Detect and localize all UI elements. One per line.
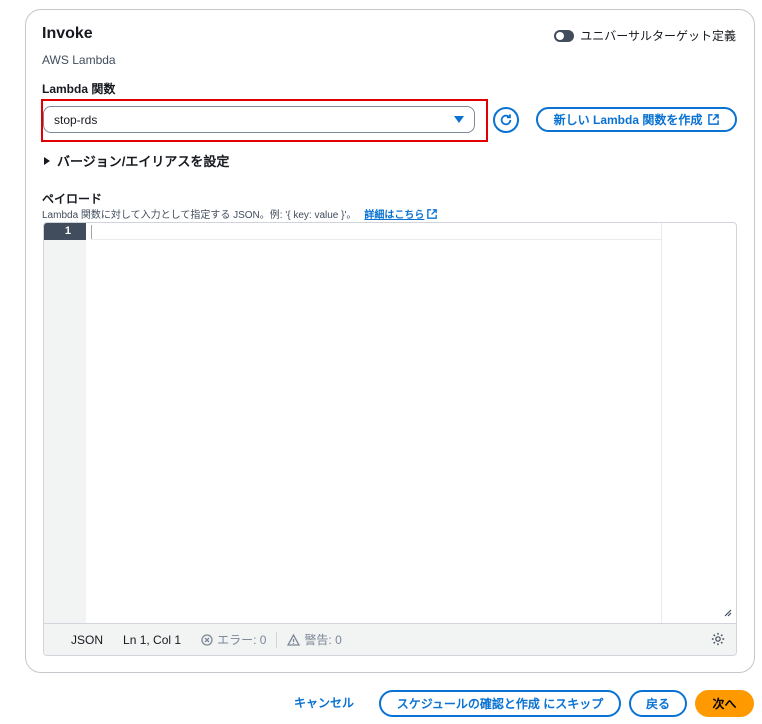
- panel-subtitle: AWS Lambda: [42, 53, 116, 67]
- resize-handle-icon[interactable]: [722, 607, 732, 620]
- cursor-position: Ln 1, Col 1: [123, 632, 182, 647]
- divider: [276, 631, 278, 648]
- panel-title: Invoke: [42, 25, 93, 42]
- payload-description: Lambda 関数に対して入力として指定する JSON。例: '{ key: v…: [42, 206, 438, 221]
- toggle-switch[interactable]: [554, 29, 575, 42]
- lambda-function-select[interactable]: stop-rds: [43, 106, 475, 133]
- warning-count[interactable]: 警告: 0: [287, 631, 342, 648]
- lambda-function-label: Lambda 関数: [42, 82, 116, 96]
- warning-icon: [287, 633, 301, 646]
- version-alias-expander[interactable]: バージョン/エイリアスを設定: [44, 151, 229, 170]
- error-count[interactable]: エラー: 0: [201, 631, 266, 648]
- language-indicator[interactable]: JSON: [71, 633, 103, 647]
- payload-description-text: Lambda 関数に対して入力として指定する JSON。例: '{ key: v…: [42, 210, 357, 221]
- editor-statusbar: JSON Ln 1, Col 1 エラー: 0 警告: 0: [44, 623, 736, 655]
- active-line-highlight: [91, 223, 661, 240]
- error-icon: [201, 633, 213, 646]
- line-number: 1: [44, 223, 86, 240]
- refresh-button[interactable]: [493, 107, 519, 133]
- editor-right-column: [661, 223, 736, 625]
- caret-right-icon: [44, 156, 50, 165]
- invoke-panel: Invoke AWS Lambda ユニバーサルターゲット定義 Lambda 関…: [25, 9, 755, 673]
- create-lambda-button[interactable]: 新しい Lambda 関数を作成: [536, 107, 737, 132]
- external-link-icon: [708, 114, 720, 125]
- caret-down-icon: [454, 116, 464, 123]
- details-link-label: 詳細はこちら: [364, 210, 425, 221]
- warning-count-label: 警告: 0: [304, 633, 342, 647]
- error-count-label: エラー: 0: [217, 633, 267, 647]
- refresh-icon: [500, 114, 512, 126]
- create-lambda-label: 新しい Lambda 関数を作成: [553, 113, 703, 127]
- selected-function: stop-rds: [54, 112, 98, 127]
- universal-target-toggle[interactable]: ユニバーサルターゲット定義: [554, 27, 736, 44]
- json-editor[interactable]: 1 JSON Ln 1, Col 1 エラー: 0 警告: 0: [43, 222, 737, 656]
- cancel-button[interactable]: キャンセル: [294, 694, 354, 711]
- version-alias-label: バージョン/エイリアスを設定: [57, 154, 230, 169]
- payload-label: ペイロード: [42, 192, 103, 206]
- skip-to-review-button[interactable]: スケジュールの確認と作成 にスキップ: [379, 690, 621, 717]
- editor-gutter: 1: [44, 223, 86, 625]
- back-button[interactable]: 戻る: [629, 690, 687, 717]
- gear-icon[interactable]: [711, 632, 725, 649]
- next-button[interactable]: 次へ: [695, 690, 754, 717]
- universal-target-label: ユニバーサルターゲット定義: [580, 29, 736, 43]
- text-cursor: [91, 225, 92, 239]
- details-link[interactable]: 詳細はこちら: [364, 206, 438, 221]
- external-link-icon: [427, 208, 438, 219]
